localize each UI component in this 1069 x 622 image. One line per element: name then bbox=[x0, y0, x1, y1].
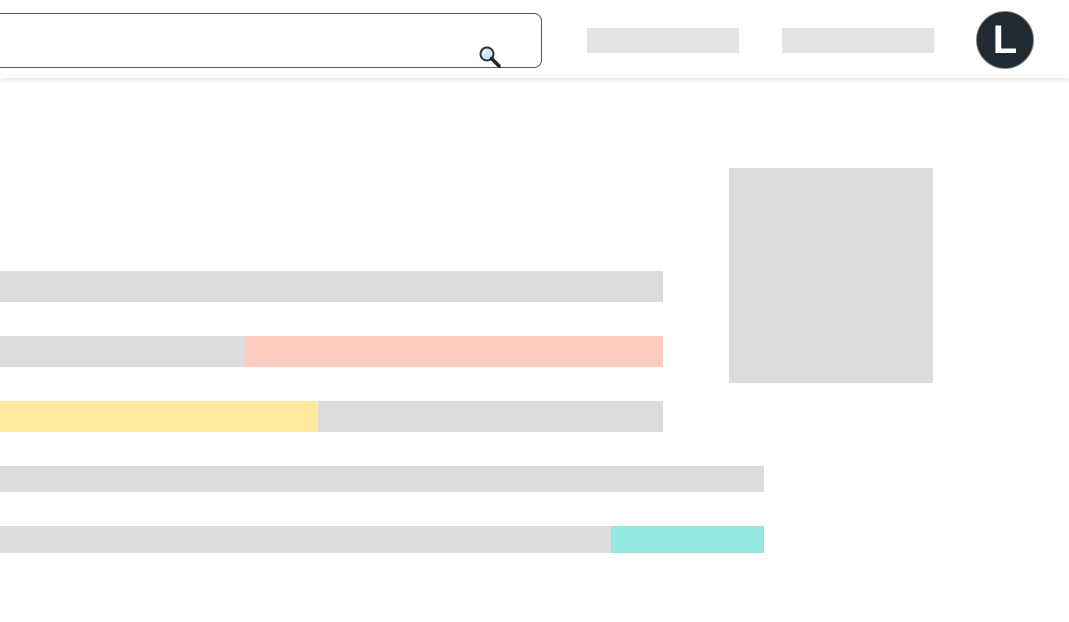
image-placeholder bbox=[729, 168, 933, 383]
content-line-placeholder-1 bbox=[0, 271, 663, 302]
user-avatar[interactable]: L bbox=[976, 11, 1034, 69]
highlight-segment-salmon bbox=[245, 336, 663, 367]
nav-link-placeholder-1[interactable] bbox=[587, 28, 739, 53]
highlight-segment-yellow bbox=[0, 401, 319, 432]
search-icon[interactable] bbox=[478, 45, 502, 69]
content-line-placeholder-2 bbox=[0, 336, 663, 367]
content-line-placeholder-5 bbox=[0, 526, 764, 553]
avatar-initial: L bbox=[992, 17, 1018, 62]
nav-link-placeholder-2[interactable] bbox=[782, 28, 934, 53]
top-navigation-bar: L bbox=[0, 0, 1069, 78]
search-box[interactable] bbox=[0, 13, 542, 68]
content-line-placeholder-4 bbox=[0, 466, 764, 492]
search-input[interactable] bbox=[11, 24, 455, 58]
content-line-placeholder-3 bbox=[0, 401, 663, 432]
highlight-segment-teal bbox=[611, 526, 764, 553]
